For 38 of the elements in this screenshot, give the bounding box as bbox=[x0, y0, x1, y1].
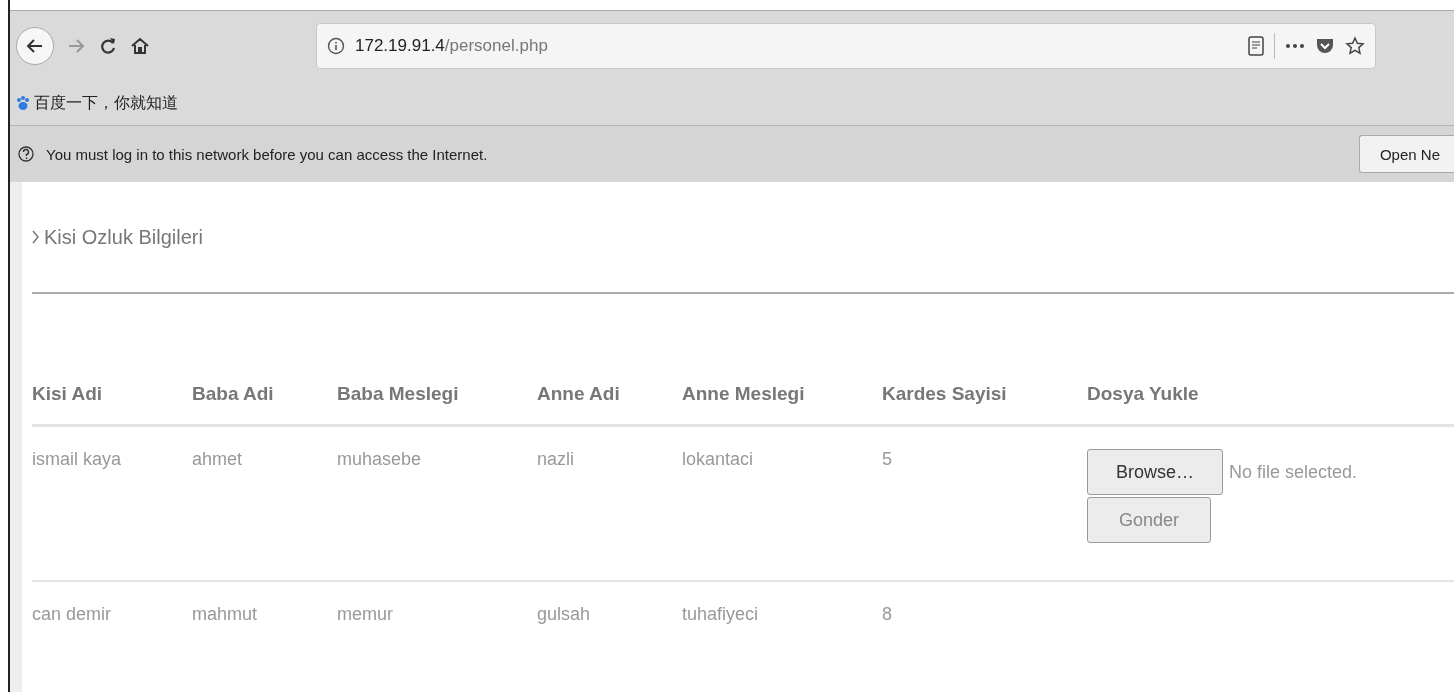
more-icon[interactable] bbox=[1285, 42, 1305, 50]
table-cell: can demir bbox=[32, 604, 112, 624]
pocket-icon[interactable] bbox=[1315, 36, 1335, 56]
column-header: Anne Meslegi bbox=[682, 383, 805, 404]
table-cell: 5 bbox=[882, 449, 892, 469]
table-cell: ismail kaya bbox=[32, 449, 122, 469]
table-cell: lokantaci bbox=[682, 449, 754, 469]
file-status: No file selected. bbox=[1229, 461, 1358, 483]
info-icon[interactable] bbox=[327, 37, 345, 55]
table-cell: 8 bbox=[882, 604, 892, 624]
column-header: Dosya Yukle bbox=[1087, 383, 1199, 404]
browse-button[interactable]: Browse… bbox=[1087, 449, 1224, 495]
column-header: Kardes Sayisi bbox=[882, 383, 1007, 404]
table-cell: ahmet bbox=[192, 449, 243, 469]
help-icon bbox=[18, 146, 34, 162]
table-cell: mahmut bbox=[192, 604, 258, 624]
table-cell: gulsah bbox=[537, 604, 591, 624]
column-header: Baba Adi bbox=[192, 383, 274, 404]
paw-icon bbox=[16, 95, 30, 111]
column-header: Anne Adi bbox=[537, 383, 620, 404]
reload-icon[interactable] bbox=[98, 36, 118, 56]
address-bar[interactable]: 172.19.91.4/personel.php bbox=[316, 23, 1376, 69]
notification-message: You must log in to this network before you can access the Internet. bbox=[46, 145, 489, 163]
column-header: Baba Meslegi bbox=[337, 383, 459, 404]
reader-view-icon[interactable] bbox=[1248, 36, 1264, 56]
column-header: Kisi Adi bbox=[32, 383, 103, 404]
open-network-button[interactable]: Open Ne bbox=[1358, 135, 1454, 173]
star-icon[interactable] bbox=[1345, 36, 1365, 56]
bookmark-item[interactable]: 百度一下，你就知道 bbox=[16, 92, 178, 114]
url-text: 172.19.91.4/personel.php bbox=[355, 36, 549, 56]
chevron-icon bbox=[32, 230, 40, 244]
table-cell: tuhafiyeci bbox=[682, 604, 759, 624]
breadcrumb: Kisi Ozluk Bilgileri bbox=[44, 225, 203, 249]
home-icon[interactable] bbox=[130, 36, 150, 56]
back-button[interactable] bbox=[16, 27, 54, 65]
table-cell: nazli bbox=[537, 449, 575, 469]
table-cell: memur bbox=[337, 604, 393, 624]
table-cell: muhasebe bbox=[337, 449, 422, 469]
